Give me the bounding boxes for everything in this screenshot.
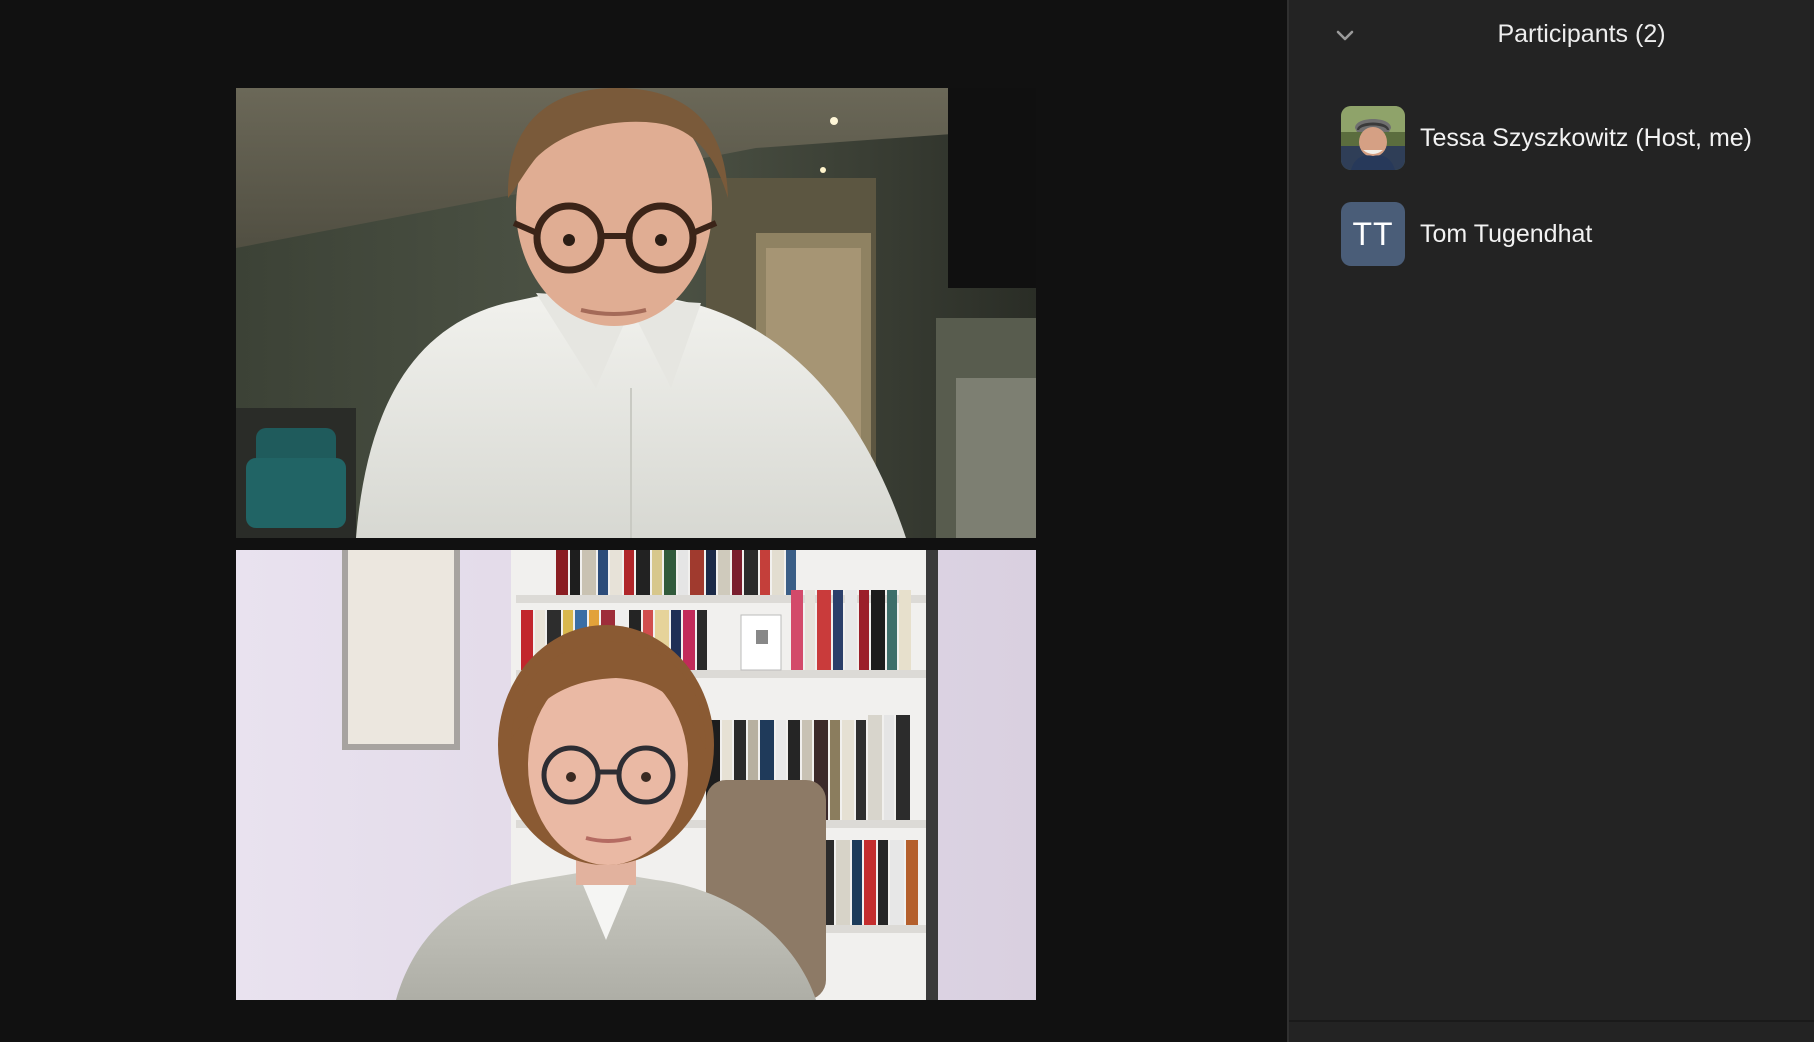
video-feed — [236, 88, 1036, 538]
video-tile-tessa-szyszkowitz[interactable] — [236, 550, 1036, 1000]
video-tile-tom-tugendhat[interactable] — [236, 88, 1036, 538]
participant-name: Tom Tugendhat — [1420, 219, 1593, 248]
participants-panel-title: Participants (2) — [1497, 20, 1666, 48]
video-feed — [236, 550, 1036, 1000]
avatar — [1341, 106, 1405, 170]
participant-row[interactable]: TT Tom Tugendhat — [1289, 186, 1814, 282]
participant-name: Tessa Szyszkowitz (Host, me) — [1420, 123, 1753, 152]
participants-panel: Participants (2) Tessa Szyszkowitz (Host… — [1287, 0, 1814, 1042]
participant-list: Tessa Szyszkowitz (Host, me) TT Tom Tuge… — [1289, 90, 1814, 282]
avatar-photo — [1341, 106, 1405, 170]
avatar: TT — [1341, 202, 1405, 266]
participants-panel-header: Participants (2) — [1289, 0, 1814, 72]
participant-row[interactable]: Tessa Szyszkowitz (Host, me) — [1289, 90, 1814, 186]
meeting-window: Participants (2) Tessa Szyszkowitz (Host… — [0, 0, 1814, 1042]
video-gallery — [0, 0, 1287, 1042]
avatar-initials: TT — [1352, 215, 1394, 252]
panel-divider — [1289, 1020, 1814, 1022]
